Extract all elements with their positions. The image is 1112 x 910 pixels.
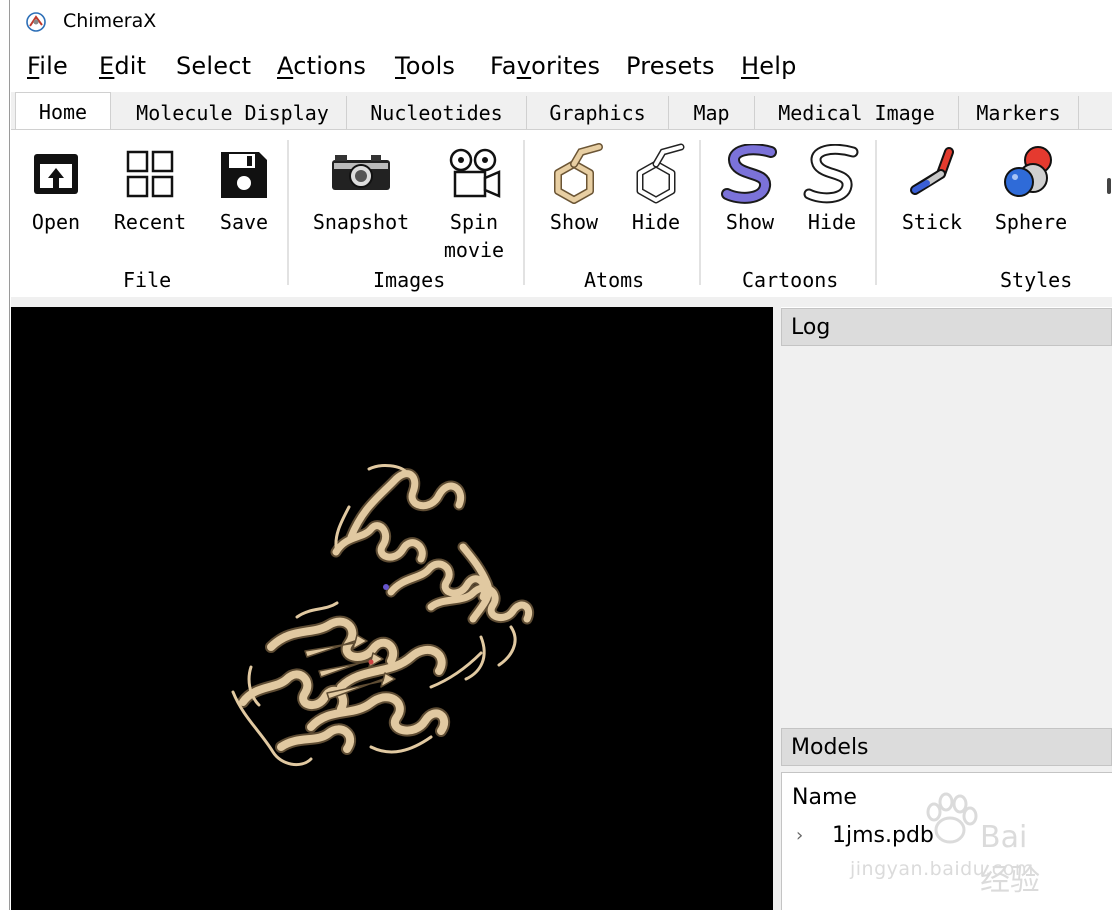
- group-label-atoms: Atoms: [584, 268, 645, 292]
- recent-label: Recent: [113, 210, 187, 234]
- model-row[interactable]: › 1jms.pdb: [796, 823, 934, 848]
- tab-nucleotides[interactable]: Nucleotides: [347, 96, 527, 130]
- group-label-styles: Styles: [1000, 268, 1073, 292]
- stick-label: Stick: [901, 210, 963, 234]
- menu-help[interactable]: Help: [741, 52, 797, 80]
- window-left-edge: [0, 0, 10, 910]
- models-column-name[interactable]: Name: [792, 785, 857, 810]
- recent-button[interactable]: Recent: [109, 130, 191, 250]
- save-label: Save: [219, 210, 269, 234]
- sphere-style-icon: [1004, 146, 1052, 197]
- menu-favorites[interactable]: Favorites: [490, 52, 600, 80]
- group-separator: [523, 140, 525, 285]
- stick-button[interactable]: Stick: [895, 130, 969, 250]
- atoms-show-icon: [554, 143, 603, 204]
- sphere-button[interactable]: Sphere: [991, 130, 1071, 250]
- home-toolbar-ribbon: Open Recent Save Snapshot Spin movie Sho…: [11, 129, 1112, 297]
- panel-splitter[interactable]: [773, 307, 781, 910]
- protein-ribbon-render: [231, 464, 534, 767]
- atoms-show-label: Show: [549, 210, 599, 234]
- group-separator: [699, 140, 701, 285]
- menu-edit[interactable]: Edit: [99, 52, 146, 80]
- tab-map[interactable]: Map: [669, 96, 755, 130]
- open-button[interactable]: Open: [25, 130, 87, 250]
- open-folder-icon: [34, 154, 78, 194]
- cartoon-show-icon: [721, 144, 777, 204]
- menu-select[interactable]: Select: [176, 52, 251, 80]
- toolbar-bottom-gap: [11, 297, 1112, 307]
- sphere-label: Sphere: [994, 210, 1068, 234]
- cartoons-show-button[interactable]: Show: [715, 130, 785, 250]
- menu-actions[interactable]: Actions: [277, 52, 366, 80]
- save-button[interactable]: Save: [211, 130, 277, 250]
- log-panel-body[interactable]: [781, 346, 1112, 728]
- cartoon-hide-icon: [803, 144, 859, 204]
- models-panel-header: Models: [781, 728, 1112, 766]
- open-label: Open: [31, 210, 81, 234]
- menu-tools[interactable]: Tools: [395, 52, 455, 80]
- movie-camera-icon: [449, 148, 501, 198]
- models-panel-body: Name › 1jms.pdb: [781, 772, 1112, 910]
- snapshot-button[interactable]: Snapshot: [307, 130, 415, 250]
- group-label-cartoons: Cartoons: [742, 268, 839, 292]
- atoms-hide-button[interactable]: Hide: [621, 130, 691, 250]
- log-panel-header: Log: [781, 308, 1112, 346]
- graphics-viewer[interactable]: [11, 307, 773, 910]
- tab-graphics[interactable]: Graphics: [527, 96, 669, 130]
- tab-molecule-display[interactable]: Molecule Display: [119, 96, 347, 130]
- cartoons-hide-button[interactable]: Hide: [797, 130, 867, 250]
- cartoons-hide-label: Hide: [807, 210, 857, 234]
- tab-medical-image[interactable]: Medical Image: [755, 96, 959, 130]
- save-disk-icon: [221, 152, 267, 198]
- group-separator: [875, 140, 877, 285]
- atoms-show-button[interactable]: Show: [539, 130, 609, 250]
- cartoons-show-label: Show: [725, 210, 775, 234]
- tab-markers[interactable]: Markers: [959, 96, 1079, 130]
- spin-label-line2: movie: [443, 238, 505, 262]
- group-separator: [287, 140, 289, 285]
- group-label-images: Images: [373, 268, 446, 292]
- atoms-hide-icon: [636, 143, 685, 204]
- snapshot-label: Snapshot: [312, 210, 410, 234]
- camera-icon: [332, 155, 390, 190]
- toolbar-tab-bar: Home Molecule Display Nucleotides Graphi…: [11, 92, 1112, 131]
- chimerax-app-icon: [26, 12, 46, 32]
- chevron-right-icon[interactable]: ›: [796, 825, 816, 846]
- recent-grid-icon: [126, 150, 174, 198]
- menu-presets[interactable]: Presets: [626, 52, 715, 80]
- tab-home[interactable]: Home: [15, 92, 111, 131]
- window-title: ChimeraX: [63, 10, 157, 32]
- menu-file[interactable]: File: [27, 52, 68, 80]
- spin-movie-button[interactable]: Spin movie: [435, 130, 513, 270]
- stick-style-icon: [910, 147, 954, 195]
- atoms-hide-label: Hide: [631, 210, 681, 234]
- title-bar: ChimeraX: [11, 0, 1112, 44]
- group-label-file: File: [123, 268, 172, 292]
- model-name: 1jms.pdb: [832, 823, 934, 848]
- overflow-icon: [1107, 178, 1111, 194]
- menu-bar: File Edit Select Actions Tools Favorites…: [11, 44, 1112, 90]
- spin-label-line1: Spin: [449, 210, 499, 234]
